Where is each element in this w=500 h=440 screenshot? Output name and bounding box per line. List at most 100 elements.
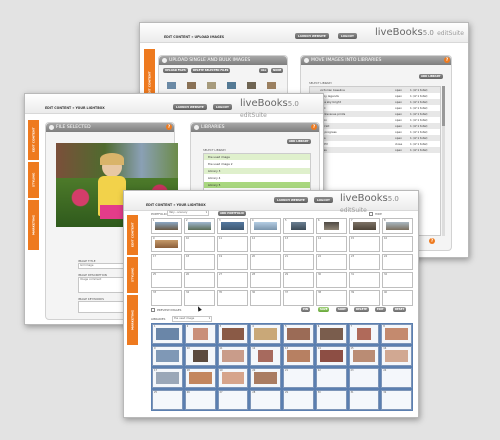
grid-cell[interactable]: 31 <box>348 390 380 410</box>
grid-cell[interactable]: 19 <box>217 254 248 270</box>
grid-cell[interactable]: 2 <box>184 324 216 344</box>
grid-cell[interactable]: 30 <box>315 390 347 410</box>
thumbnail[interactable] <box>352 350 376 362</box>
launch-website-button[interactable]: LAUNCH WEBSITE <box>173 104 207 110</box>
list-item[interactable]: the used image 2 <box>204 161 310 167</box>
grid-cell[interactable]: 7 <box>348 324 380 344</box>
add-library-button[interactable]: ADD LIBRARY <box>419 74 443 79</box>
thumbnail[interactable] <box>221 328 245 340</box>
launch-website-button[interactable]: LAUNCH WEBSITE <box>274 197 308 203</box>
grid-cell[interactable]: 14 <box>316 236 347 252</box>
grid-cell[interactable]: 31 <box>349 272 380 288</box>
grid-cell[interactable]: 20 <box>250 254 281 270</box>
select-all-button[interactable]: ALL <box>259 68 269 73</box>
grid-cell[interactable]: 25 <box>151 272 182 288</box>
grid-cell[interactable]: 4 <box>250 218 281 234</box>
tab-edit-content[interactable]: EDIT CONTENT <box>127 215 138 255</box>
grid-cell[interactable]: 32 <box>382 272 413 288</box>
list-item[interactable]: Library 4 <box>204 175 310 181</box>
help-icon[interactable]: ? <box>311 124 317 130</box>
grid-cell[interactable]: 39 <box>349 290 380 306</box>
grid-cell[interactable]: 20 <box>250 368 281 388</box>
preview-checkbox[interactable] <box>151 308 155 312</box>
grid-cell[interactable]: 1 <box>152 324 183 344</box>
grid-cell[interactable]: 1 <box>151 218 182 234</box>
grid-cell[interactable]: 11 <box>217 346 249 366</box>
thumbnail[interactable] <box>254 222 277 230</box>
list-item[interactable]: Library 3 <box>204 168 310 174</box>
grid-cell[interactable]: 18 <box>184 254 215 270</box>
grid-cell[interactable]: 22 <box>315 368 347 388</box>
tab-marketing[interactable]: MARKETING <box>127 295 138 345</box>
grid-cell[interactable]: 10 <box>184 236 215 252</box>
grid-cell[interactable]: 22 <box>316 254 347 270</box>
delete-button[interactable]: DELETE <box>354 307 369 312</box>
grid-cell[interactable]: 8 <box>381 324 412 344</box>
select-none-button[interactable]: NONE <box>271 68 284 73</box>
grid-cell[interactable]: 6 <box>316 218 347 234</box>
reset-button[interactable]: RESET <box>393 307 407 312</box>
thumbnail[interactable] <box>155 222 178 230</box>
grid-cell[interactable]: 28 <box>250 272 281 288</box>
grid-cell[interactable]: 23 <box>349 254 380 270</box>
grid-cell[interactable]: 37 <box>283 290 314 306</box>
grid-cell[interactable]: 27 <box>217 390 249 410</box>
thumbnail[interactable] <box>258 350 273 362</box>
logout-button[interactable]: LOGOUT <box>213 104 232 110</box>
grid-cell[interactable]: 13 <box>283 346 314 366</box>
portfolio-select[interactable]: Italy - scenery ▾ <box>167 210 209 216</box>
grid-cell[interactable]: 5 <box>283 218 314 234</box>
list-item[interactable]: kitesopen1 (of 1 total) <box>310 147 440 153</box>
thumbnail[interactable] <box>156 350 179 362</box>
scrollbar-thumb[interactable] <box>442 86 445 126</box>
grid-cell[interactable]: 32 <box>381 390 412 410</box>
grid-cell[interactable]: 2 <box>184 218 215 234</box>
grid-cell[interactable]: 26 <box>184 272 215 288</box>
grid-cell[interactable]: 3 <box>217 324 249 344</box>
grid-cell[interactable]: 15 <box>348 346 380 366</box>
grid-cell[interactable]: 14 <box>315 346 347 366</box>
grid-cell[interactable]: 19 <box>217 368 249 388</box>
grid-cell[interactable]: 12 <box>250 346 281 366</box>
grid-cell[interactable]: 38 <box>316 290 347 306</box>
grid-cell[interactable]: 25 <box>152 390 183 410</box>
thumbnail[interactable] <box>287 350 310 362</box>
grid-cell[interactable]: 35 <box>217 290 248 306</box>
grid-cell[interactable]: 17 <box>152 368 183 388</box>
sort-button[interactable]: SORT <box>336 307 348 312</box>
add-library-button[interactable]: ADD LIBRARY <box>287 139 311 144</box>
thumbnail[interactable] <box>324 222 339 230</box>
scrollbar[interactable] <box>442 86 445 236</box>
grid-cell[interactable]: 24 <box>381 368 412 388</box>
save-button[interactable]: SAVE <box>318 307 330 312</box>
grid-cell[interactable]: 27 <box>217 272 248 288</box>
thumbnail[interactable] <box>221 350 245 362</box>
grid-cell[interactable]: 9 <box>151 236 182 252</box>
grid-cell[interactable]: 6 <box>315 324 347 344</box>
grid-cell[interactable]: 4 <box>250 324 281 344</box>
grid-cell[interactable]: 18 <box>184 368 216 388</box>
upload-thumbnail[interactable] <box>227 82 236 89</box>
thumbnail[interactable] <box>254 328 277 340</box>
grid-cell[interactable]: 11 <box>217 236 248 252</box>
grid-cell[interactable]: 40 <box>382 290 413 306</box>
thumbnail[interactable] <box>155 240 178 248</box>
grid-cell[interactable]: 10 <box>184 346 216 366</box>
thumbnail[interactable] <box>353 222 376 230</box>
thumbnail[interactable] <box>221 222 244 230</box>
thumbnail[interactable] <box>156 372 179 384</box>
upload-thumbnail[interactable] <box>247 82 256 89</box>
thumbnail[interactable] <box>254 372 277 384</box>
thumbnail[interactable] <box>291 222 306 230</box>
grid-cell[interactable]: 17 <box>151 254 182 270</box>
thumbnail[interactable] <box>287 328 310 340</box>
launch-website-button[interactable]: LAUNCH WEBSITE <box>295 33 329 39</box>
help-icon[interactable]: ? <box>166 124 172 130</box>
upload-thumbnail[interactable] <box>187 82 196 89</box>
grid-cell[interactable]: 16 <box>382 236 413 252</box>
tab-edit-content[interactable]: EDIT CONTENT <box>28 120 39 160</box>
grid-cell[interactable]: 36 <box>250 290 281 306</box>
thumbnail[interactable] <box>188 372 212 384</box>
thumbnail[interactable] <box>221 372 245 384</box>
add-portfolio-button[interactable]: ADD PORTFOLIO <box>218 211 246 216</box>
